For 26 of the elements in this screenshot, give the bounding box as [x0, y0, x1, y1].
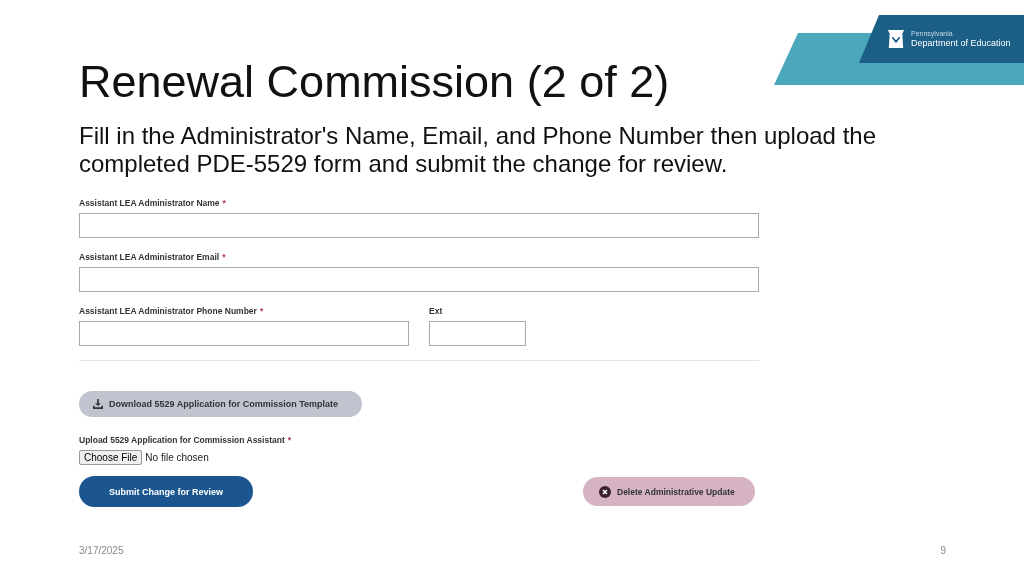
submit-button[interactable]: Submit Change for Review: [79, 476, 253, 507]
input-field[interactable]: [79, 321, 409, 346]
required-marker: *: [222, 252, 226, 262]
input-field[interactable]: [79, 267, 759, 292]
field-label: Assistant LEA Administrator Email: [79, 252, 220, 262]
input-field[interactable]: [429, 321, 526, 346]
required-marker: *: [259, 306, 264, 316]
field-label: Upload 5529 Application for Commission Assistant: [79, 435, 285, 445]
input-field[interactable]: [79, 213, 759, 238]
field-label: Assistant LEA Administrator Name: [79, 198, 220, 208]
field-label: Ext: [429, 306, 443, 316]
slide-date: 3/17/2025: [79, 545, 124, 556]
delete-button[interactable]: Delete Administrative Update: [583, 477, 755, 506]
keystone-icon: [887, 29, 905, 49]
required-marker: *: [222, 198, 226, 208]
download-icon: [93, 399, 103, 409]
close-circle-icon: [599, 485, 611, 498]
field-label: Assistant LEA Administrator Phone Number: [79, 306, 257, 316]
agency-name: Department of Education: [911, 37, 1011, 49]
instructions-text: Fill in the Administrator's Name, Email, and Phone Number then upload the completed PDE-5529 form and submit the change for review.: [79, 122, 877, 178]
slide-title: Renewal Commission (2 of 2): [79, 55, 671, 109]
choose-file-button[interactable]: Choose File: [79, 450, 143, 465]
page-number: 9: [940, 545, 946, 556]
file-status: No file chosen: [145, 452, 209, 463]
required-marker: *: [287, 435, 292, 445]
download-button[interactable]: Download 5529 Application for Commission Template: [79, 391, 362, 417]
